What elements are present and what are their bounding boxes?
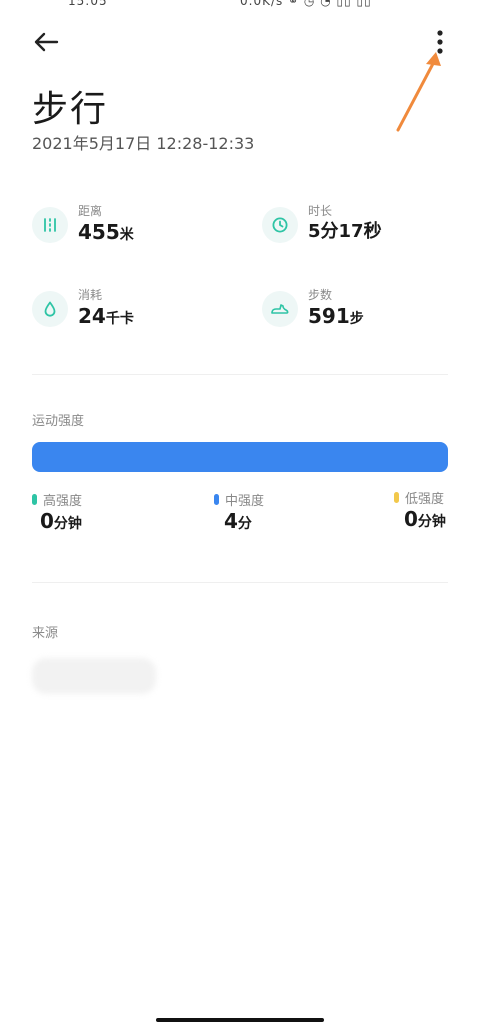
workout-datetime: 2021年5月17日 12:28-12:33	[32, 134, 255, 153]
workout-detail-screen: 15:05 0.0K/s ⚭ ◷ ◔ ▯▯ ▯▯ 步行 2021年5月17日 1…	[0, 0, 480, 1029]
intensity-level-value: 0	[404, 507, 418, 531]
intensity-level-value: 0	[40, 509, 54, 533]
stat-distance: 距离 455米	[32, 204, 134, 246]
stat-value: 24	[78, 304, 106, 328]
stat-label: 消耗	[78, 288, 103, 302]
status-time: 15:05	[68, 0, 108, 8]
status-indicators: 0.0K/s ⚭ ◷ ◔ ▯▯ ▯▯	[240, 0, 372, 8]
intensity-level-unit: 分	[237, 516, 252, 532]
stat-duration: 时长 5分17秒	[262, 204, 382, 246]
stat-label: 距离	[78, 204, 103, 218]
distance-icon	[32, 207, 68, 243]
annotation-arrow-icon	[396, 52, 441, 132]
page-title: 步行	[32, 89, 109, 130]
clock-icon	[262, 207, 298, 243]
stat-value: 591	[308, 304, 350, 328]
high-intensity-dot-icon	[32, 494, 37, 505]
shoe-icon	[262, 291, 298, 327]
medium-intensity-dot-icon	[214, 494, 219, 505]
intensity-level-name: 中强度	[225, 494, 265, 509]
intensity-low: 低强度 0分钟	[394, 488, 446, 531]
arrow-left-icon	[34, 32, 59, 52]
intensity-label: 运动强度	[32, 414, 85, 429]
intensity-medium: 中强度 4分	[214, 490, 264, 533]
stat-calories: 消耗 24千卡	[32, 288, 134, 330]
status-bar: 15:05 0.0K/s ⚭ ◷ ◔ ▯▯ ▯▯	[0, 0, 480, 8]
intensity-level-unit: 分钟	[53, 516, 82, 532]
drop-icon	[32, 291, 68, 327]
intensity-high: 高强度 0分钟	[32, 490, 82, 533]
intensity-level-name: 低强度	[405, 492, 445, 507]
intensity-level-unit: 分钟	[417, 514, 446, 530]
intensity-level-name: 高强度	[43, 494, 83, 509]
intensity-level-value: 4	[224, 509, 238, 533]
home-indicator[interactable]	[156, 1018, 324, 1022]
intensity-bar	[32, 442, 448, 472]
back-button[interactable]	[28, 24, 64, 60]
stat-unit: 步	[349, 311, 364, 327]
stat-value: 5分17秒	[308, 221, 382, 242]
low-intensity-dot-icon	[394, 492, 399, 503]
stat-unit: 米	[119, 227, 134, 243]
source-label: 来源	[32, 626, 59, 641]
stat-unit: 千卡	[105, 311, 134, 327]
source-app-redacted	[32, 658, 156, 694]
divider	[32, 374, 448, 375]
divider	[32, 582, 448, 583]
stat-value: 455	[78, 220, 120, 244]
stat-label: 时长	[308, 204, 333, 218]
stat-steps: 步数 591步	[262, 288, 364, 330]
stat-label: 步数	[308, 288, 333, 302]
